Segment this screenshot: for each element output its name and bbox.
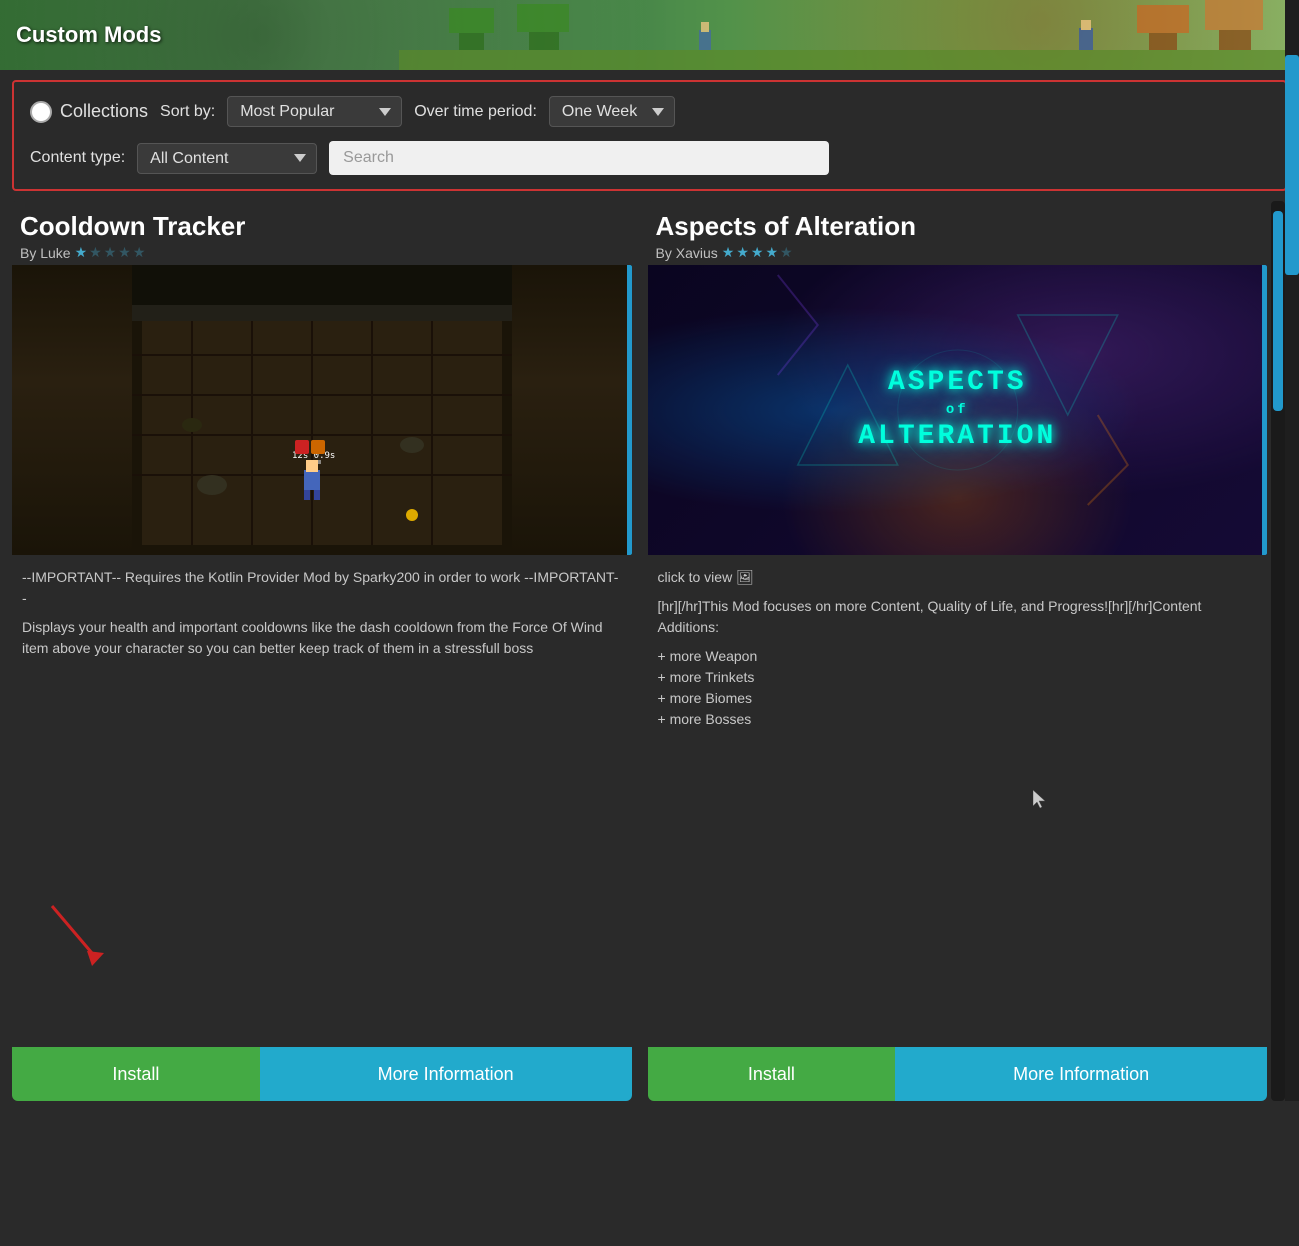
- description-aspects: click to view 🖼 [hr][/hr]This Mod focuse…: [648, 555, 1268, 1047]
- description-cooldown: --IMPORTANT-- Requires the Kotlin Provid…: [12, 555, 632, 1047]
- cards-grid: Cooldown Tracker By Luke ★ ★ ★ ★ ★: [12, 201, 1267, 1101]
- card-header-cooldown: Cooldown Tracker By Luke ★ ★ ★ ★ ★: [12, 201, 632, 265]
- mod-title-cooldown: Cooldown Tracker: [20, 211, 624, 242]
- filter-row-bottom: Content type: All Content Mods Collectio…: [30, 141, 1269, 175]
- card-header-aspects: Aspects of Alteration By Xavius ★ ★ ★ ★ …: [648, 201, 1268, 265]
- card-actions-cooldown: Install More Information: [12, 1047, 632, 1101]
- aspects-text: ASPECTS of ALTERATION: [858, 365, 1056, 456]
- mod-author-aspects: By Xavius ★ ★ ★ ★ ★: [656, 244, 1260, 261]
- sort-by-label: Sort by:: [160, 103, 215, 121]
- scroll-accent-cooldown: [627, 265, 632, 555]
- over-time-select[interactable]: One Week One Month All Time: [549, 96, 675, 127]
- install-button-cooldown[interactable]: Install: [12, 1047, 260, 1101]
- outer-scrollbar[interactable]: [1285, 0, 1299, 1101]
- scroll-accent-aspects: [1262, 265, 1267, 555]
- more-info-button-aspects[interactable]: More Information: [895, 1047, 1267, 1101]
- mod-card-aspects: Aspects of Alteration By Xavius ★ ★ ★ ★ …: [648, 201, 1268, 1101]
- search-input[interactable]: [329, 141, 829, 175]
- content-area: Cooldown Tracker By Luke ★ ★ ★ ★ ★: [0, 201, 1299, 1101]
- thumbnail-cooldown: 12s 0.9s: [12, 265, 632, 555]
- stars-cooldown: ★ ★ ★ ★ ★: [75, 244, 146, 261]
- collections-toggle[interactable]: Collections: [30, 101, 148, 123]
- card-actions-aspects: Install More Information: [648, 1047, 1268, 1101]
- app-title: Custom Mods: [16, 22, 161, 48]
- header-banner: Custom Mods: [0, 0, 1299, 70]
- more-info-button-cooldown[interactable]: More Information: [260, 1047, 632, 1101]
- thumbnail-aspects: ASPECTS of ALTERATION: [648, 265, 1268, 555]
- stars-aspects: ★ ★ ★ ★ ★: [722, 244, 793, 261]
- mod-card-cooldown: Cooldown Tracker By Luke ★ ★ ★ ★ ★: [12, 201, 632, 1101]
- thumbnail-wrapper-aspects: ASPECTS of ALTERATION: [648, 265, 1268, 555]
- content-type-label: Content type:: [30, 149, 125, 167]
- collections-label: Collections: [60, 101, 148, 122]
- outer-scrollbar-thumb[interactable]: [1285, 55, 1299, 275]
- filter-bar: Collections Sort by: Most Popular Newest…: [12, 80, 1287, 191]
- over-time-label: Over time period:: [414, 103, 537, 121]
- scrollbar-track[interactable]: [1271, 201, 1285, 1101]
- mod-title-aspects: Aspects of Alteration: [656, 211, 1260, 242]
- content-type-select[interactable]: All Content Mods Collections Tools: [137, 143, 317, 174]
- filter-row-top: Collections Sort by: Most Popular Newest…: [30, 96, 1269, 127]
- sort-by-select[interactable]: Most Popular Newest Most Downloaded Top …: [227, 96, 402, 127]
- install-button-aspects[interactable]: Install: [648, 1047, 896, 1101]
- thumbnail-wrapper-cooldown: 12s 0.9s: [12, 265, 632, 555]
- mod-author-cooldown: By Luke ★ ★ ★ ★ ★: [20, 244, 624, 261]
- collections-radio[interactable]: [30, 101, 52, 123]
- page-wrapper: Custom Mods: [0, 0, 1299, 1101]
- scrollbar-thumb[interactable]: [1273, 211, 1283, 411]
